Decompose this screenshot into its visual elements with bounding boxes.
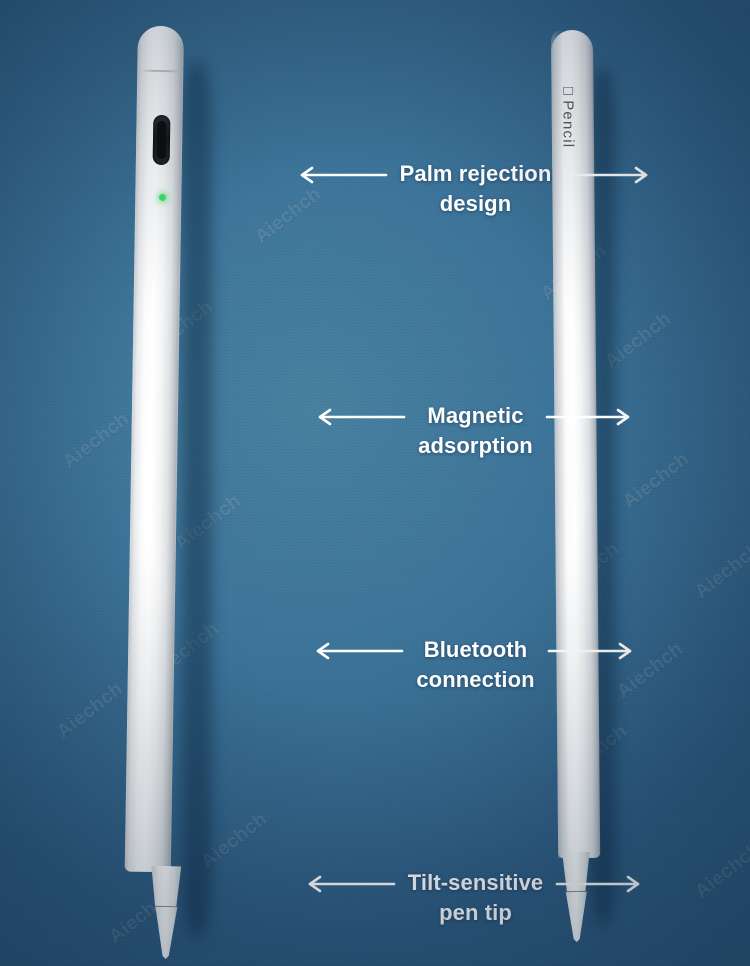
annotation-label: Magnetic adsorption — [418, 403, 533, 458]
annotation-label: Palm rejection design — [399, 161, 552, 216]
pencil-taper — [560, 852, 592, 894]
stylus-taper — [149, 866, 184, 911]
apple-logo-icon:  — [561, 86, 577, 98]
pencil-nib — [564, 892, 589, 942]
arrow-left-icon — [307, 873, 396, 895]
vignette-overlay — [0, 0, 750, 966]
annotation-label: Tilt-sensitive pen tip — [407, 870, 544, 925]
watermark-text: Aiechch — [59, 408, 134, 473]
background-texture — [0, 0, 750, 966]
watermark-text: Aiechch — [619, 448, 694, 513]
arrow-left-icon — [299, 164, 387, 186]
stylus-shadow — [182, 60, 212, 940]
watermark-text: Aiechch — [251, 183, 326, 248]
annotation-magnetic-adsorption: Magnetic adsorption — [0, 403, 750, 461]
led-indicator-icon — [158, 193, 167, 202]
annotation-palm-rejection: Palm rejection design — [0, 161, 750, 219]
arrow-left-icon — [317, 406, 406, 428]
arrow-left-icon — [315, 640, 404, 662]
annotation-label: Bluetooth connection — [416, 637, 535, 692]
watermark-text: Aiechch — [691, 838, 750, 903]
stylus-nib — [153, 907, 180, 959]
watermark-text: Aiechch — [53, 678, 128, 743]
usb-c-port-icon — [152, 114, 171, 166]
pencil-brand-text: Pencil — [559, 93, 577, 148]
watermark-layer: Aiechch Aiechch Aiechch Aiechch Aiechch Aiech… — [0, 0, 750, 966]
product-usb-c-stylus — [124, 25, 212, 936]
watermark-text: Aiechch — [691, 538, 750, 603]
product-apple-pencil: Pencil — [546, 29, 616, 935]
annotation-bluetooth-connection: Bluetooth connection — [0, 637, 750, 695]
pencil-branding: Pencil — [559, 86, 577, 149]
annotation-tilt-sensitive-tip: Tilt-sensitive pen tip — [0, 870, 750, 928]
product-feature-image: Aiechch Aiechch Aiechch Aiechch Aiechch Aiech… — [0, 0, 750, 966]
watermark-text: Aiechch — [613, 638, 688, 703]
